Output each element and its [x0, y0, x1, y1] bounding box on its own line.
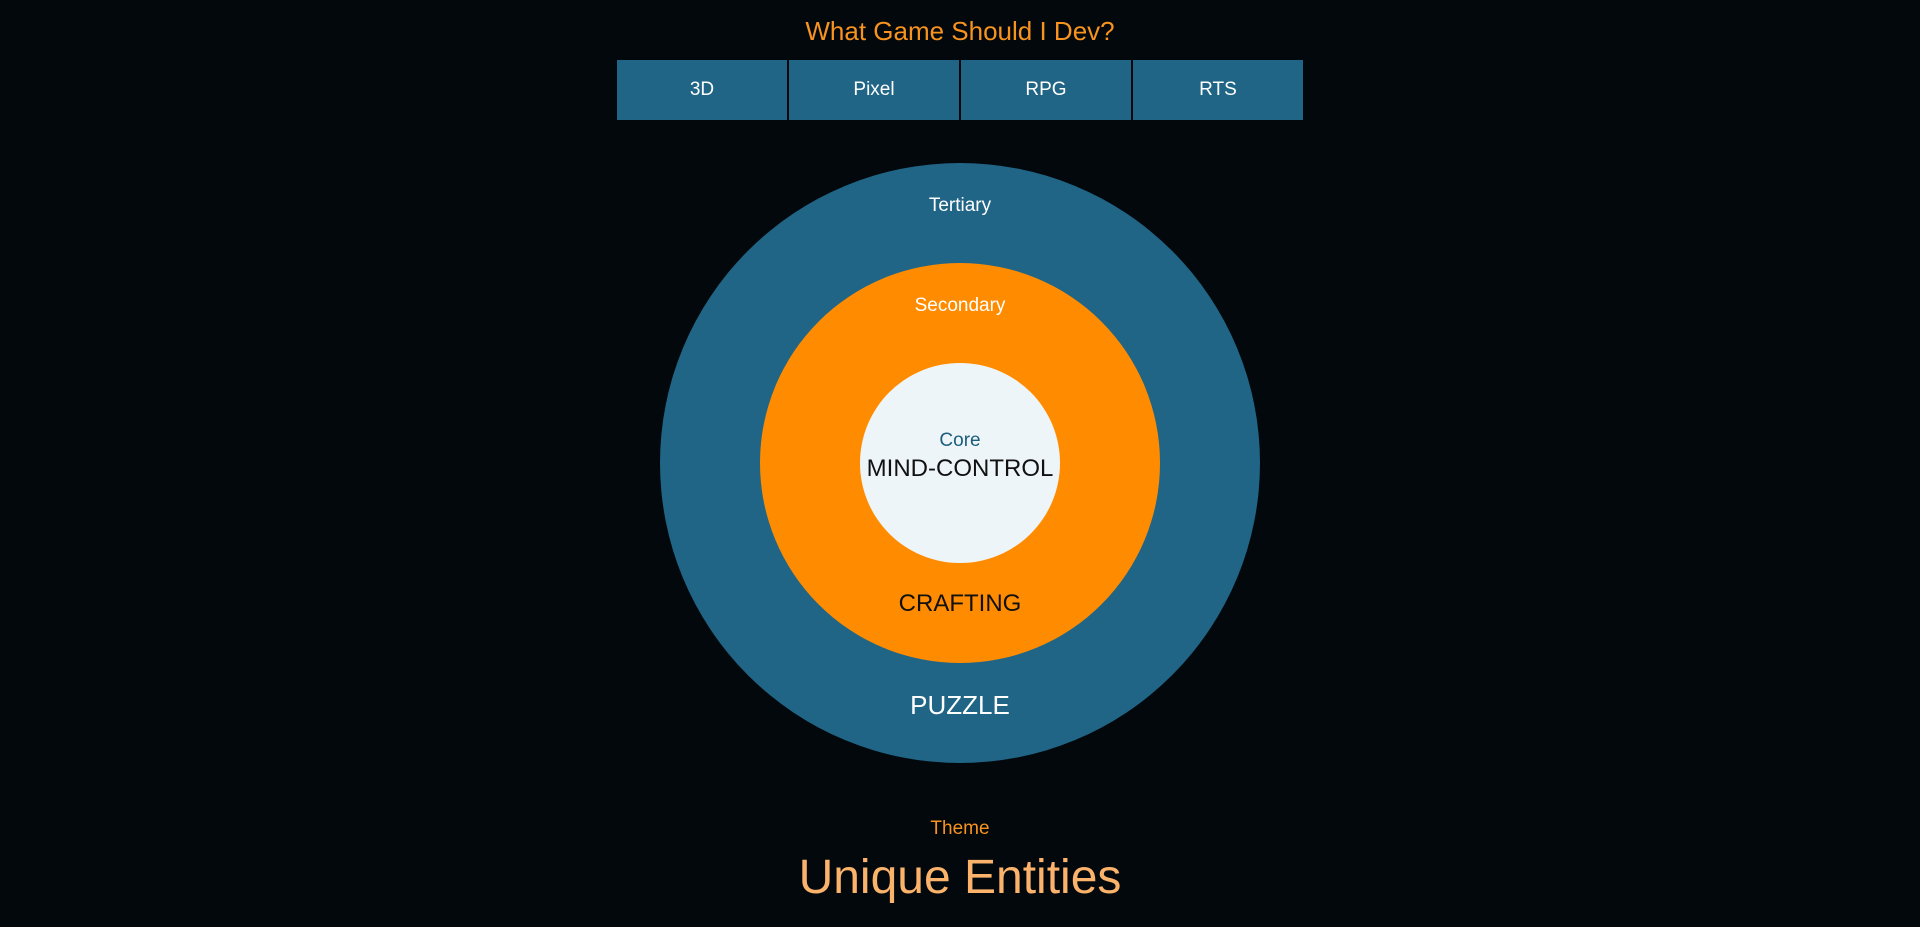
- theme-label: Theme: [930, 818, 990, 839]
- secondary-value: CRAFTING: [898, 590, 1022, 617]
- tag-bar: 3D Pixel RPG RTS: [617, 60, 1303, 120]
- theme-value: Unique Entities: [798, 851, 1122, 904]
- page: What Game Should I Dev? 3D Pixel RPG RTS…: [0, 0, 1920, 927]
- tertiary-label: Tertiary: [928, 195, 992, 216]
- tertiary-value: PUZZLE: [910, 690, 1010, 720]
- app-title: What Game Should I Dev?: [805, 16, 1115, 46]
- core-value: MIND-CONTROL: [866, 455, 1054, 482]
- tag-button-pixel[interactable]: Pixel: [789, 60, 959, 120]
- secondary-label: Secondary: [914, 295, 1006, 316]
- tag-button-rts[interactable]: RTS: [1133, 60, 1303, 120]
- tag-button-rpg[interactable]: RPG: [961, 60, 1131, 120]
- tag-button-3d[interactable]: 3D: [617, 60, 787, 120]
- core-label: Core: [939, 430, 981, 451]
